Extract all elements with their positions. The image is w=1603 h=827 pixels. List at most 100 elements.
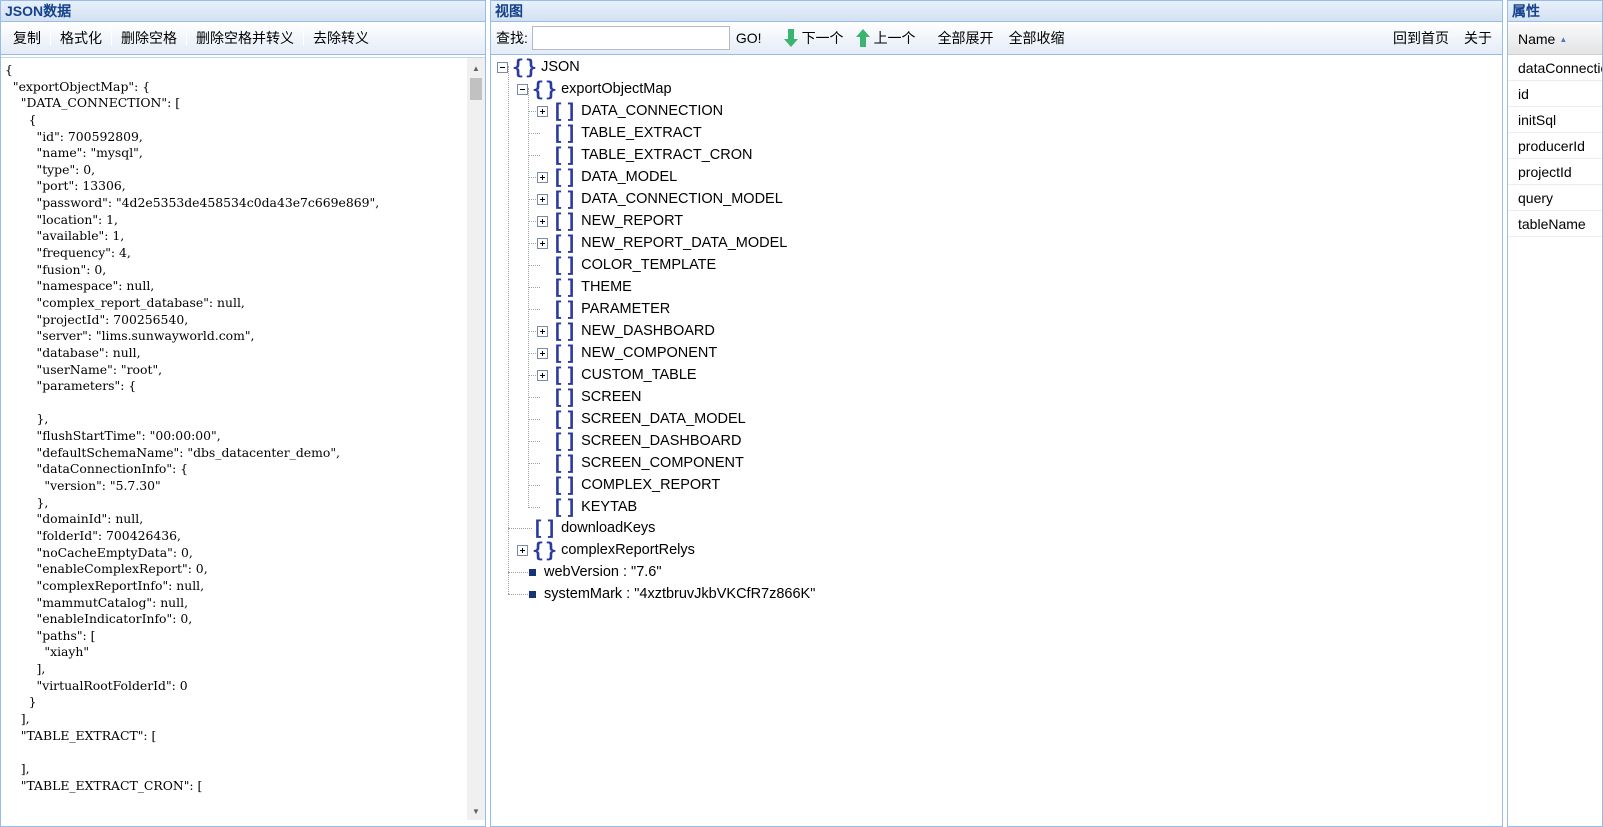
editor-line: } xyxy=(5,694,37,710)
tree-node-theme[interactable]: [] THEME xyxy=(537,276,632,298)
tree-node-label: downloadKeys xyxy=(561,520,656,536)
array-icon: [] xyxy=(552,297,579,321)
editor-line: { xyxy=(5,111,37,127)
property-row[interactable]: projectId xyxy=(1508,159,1602,185)
tree-node-screen-data-model[interactable]: [] SCREEN_DATA_MODEL xyxy=(537,408,746,430)
tree-node-table-extract[interactable]: [] TABLE_EXTRACT xyxy=(537,122,702,144)
tree-node-label: JSON xyxy=(541,59,580,75)
tree-node-table-extract-cron[interactable]: [] TABLE_EXTRACT_CRON xyxy=(537,144,752,166)
tree-node-screen-component[interactable]: [] SCREEN_COMPONENT xyxy=(537,452,744,474)
tree-node-complex-report[interactable]: [] COMPLEX_REPORT xyxy=(537,474,720,496)
editor-line: "xiayh" xyxy=(5,644,90,660)
scroll-down-icon[interactable]: ▼ xyxy=(467,803,485,820)
go-button[interactable]: GO! xyxy=(736,30,762,46)
editor-line: "domainId": null, xyxy=(5,511,144,527)
properties-column-header[interactable]: Name ▲ xyxy=(1508,23,1602,55)
tree-node-label: SCREEN_DASHBOARD xyxy=(581,433,742,449)
editor-scrollbar[interactable]: ▲ ▼ xyxy=(467,58,485,820)
array-icon: [] xyxy=(552,143,579,167)
copy-button[interactable]: 复制 xyxy=(4,27,50,49)
tree-node-screen[interactable]: [] SCREEN xyxy=(537,386,642,408)
editor-line: "namespace": null, xyxy=(5,278,155,294)
editor-line: "flushStartTime": "00:00:00", xyxy=(5,428,221,444)
next-button[interactable]: 下一个 xyxy=(783,28,844,48)
remove-spaces-escape-button[interactable]: 删除空格并转义 xyxy=(187,27,303,49)
tree-node-label: PARAMETER xyxy=(581,301,671,317)
collapse-all-button[interactable]: 全部收缩 xyxy=(1009,28,1065,48)
tree-node-label: DATA_CONNECTION xyxy=(581,103,724,119)
unescape-button[interactable]: 去除转义 xyxy=(304,27,378,49)
home-button[interactable]: 回到首页 xyxy=(1393,28,1449,48)
editor-line: ], xyxy=(5,760,30,776)
json-data-toolbar: 复制 格式化 删除空格 删除空格并转义 去除转义 xyxy=(1,22,485,55)
format-button[interactable]: 格式化 xyxy=(51,27,111,49)
editor-line: ], xyxy=(5,661,46,677)
editor-line: "userName": "root", xyxy=(5,361,163,377)
expand-toggle-icon[interactable] xyxy=(537,215,548,227)
property-row[interactable]: tableName xyxy=(1508,211,1602,237)
expand-all-button[interactable]: 全部展开 xyxy=(938,28,994,48)
tree-node-complex-report-relys[interactable]: {} complexReportRelys xyxy=(517,539,695,561)
property-row[interactable]: dataConnectionId xyxy=(1508,55,1602,81)
expand-toggle-icon[interactable] xyxy=(537,171,548,183)
tree-node-keytab[interactable]: [] KEYTAB xyxy=(537,496,637,518)
tree-node-label: SCREEN_DATA_MODEL xyxy=(581,411,746,427)
editor-line: "TABLE_EXTRACT": [ xyxy=(5,727,157,743)
property-row[interactable]: query xyxy=(1508,185,1602,211)
editor-line: "available": 1, xyxy=(5,228,125,244)
tree-connector xyxy=(528,88,529,506)
tree-node-color-template[interactable]: [] COLOR_TEMPLATE xyxy=(537,254,716,276)
editor-line: "virtualRootFolderId": 0 xyxy=(5,677,188,693)
tree-leaf-system-mark[interactable]: systemMark : "4xztbruvJkbVKCfR7z866K" xyxy=(525,583,815,605)
tree-node-new-dashboard[interactable]: [] NEW_DASHBOARD xyxy=(537,320,715,342)
expand-toggle-icon[interactable] xyxy=(537,369,548,381)
expand-toggle-icon[interactable] xyxy=(537,325,548,337)
tree-node-data-connection[interactable]: [] DATA_CONNECTION xyxy=(537,100,723,122)
array-icon: [] xyxy=(552,451,579,475)
editor-line: "DATA_CONNECTION": [ xyxy=(5,95,181,111)
tree-node-root[interactable]: {} JSON xyxy=(497,56,580,78)
expand-toggle-icon[interactable] xyxy=(517,544,528,556)
scroll-up-icon[interactable]: ▲ xyxy=(467,60,485,77)
tree-node-new-report[interactable]: [] NEW_REPORT xyxy=(537,210,683,232)
editor-line: "type": 0, xyxy=(5,161,96,177)
json-data-panel: JSON数据 复制 格式化 删除空格 删除空格并转义 去除转义 { "expor… xyxy=(0,0,486,827)
expand-toggle-icon[interactable] xyxy=(537,237,548,249)
tree-node-download-keys[interactable]: [] downloadKeys xyxy=(517,517,655,539)
property-row[interactable]: initSql xyxy=(1508,107,1602,133)
expand-toggle-icon[interactable] xyxy=(537,347,548,359)
leaf-icon xyxy=(529,590,536,598)
editor-line: "fusion": 0, xyxy=(5,261,107,277)
tree-node-custom-table[interactable]: [] CUSTOM_TABLE xyxy=(537,364,697,386)
editor-line: "mammutCatalog": null, xyxy=(5,594,189,610)
tree-node-parameter[interactable]: [] PARAMETER xyxy=(537,298,670,320)
tree-node-label: COLOR_TEMPLATE xyxy=(581,257,717,273)
collapse-toggle-icon[interactable] xyxy=(517,83,528,95)
scrollbar-thumb[interactable] xyxy=(470,78,482,100)
leaf-icon xyxy=(529,568,536,576)
tree-node-label: CUSTOM_TABLE xyxy=(581,367,697,383)
array-icon: [] xyxy=(552,495,579,519)
array-icon: [] xyxy=(552,209,579,233)
collapse-toggle-icon[interactable] xyxy=(497,61,508,73)
tree-node-screen-dashboard[interactable]: [] SCREEN_DASHBOARD xyxy=(537,430,741,452)
property-row[interactable]: producerId xyxy=(1508,133,1602,159)
tree-node-new-component[interactable]: [] NEW_COMPONENT xyxy=(537,342,717,364)
remove-spaces-button[interactable]: 删除空格 xyxy=(112,27,186,49)
tree-node-export-object-map[interactable]: {} exportObjectMap xyxy=(517,78,672,100)
tree-node-data-connection-model[interactable]: [] DATA_CONNECTION_MODEL xyxy=(537,188,783,210)
tree-node-new-report-data-model[interactable]: [] NEW_REPORT_DATA_MODEL xyxy=(537,232,787,254)
previous-button[interactable]: 上一个 xyxy=(855,28,916,48)
tree-node-data-model[interactable]: [] DATA_MODEL xyxy=(537,166,677,188)
find-input[interactable] xyxy=(531,26,730,50)
tree-node-label: NEW_REPORT xyxy=(581,213,684,229)
tree-leaf-web-version[interactable]: webVersion : "7.6" xyxy=(525,561,662,583)
tree-node-label: TABLE_EXTRACT xyxy=(581,125,702,141)
property-row[interactable]: id xyxy=(1508,81,1602,107)
editor-line: "id": 700592809, xyxy=(5,128,143,144)
about-button[interactable]: 关于 xyxy=(1464,28,1492,48)
expand-toggle-icon[interactable] xyxy=(537,105,548,117)
expand-toggle-icon[interactable] xyxy=(537,193,548,205)
json-text-editor[interactable]: { "exportObjectMap": { "DATA_CONNECTION"… xyxy=(1,58,467,820)
